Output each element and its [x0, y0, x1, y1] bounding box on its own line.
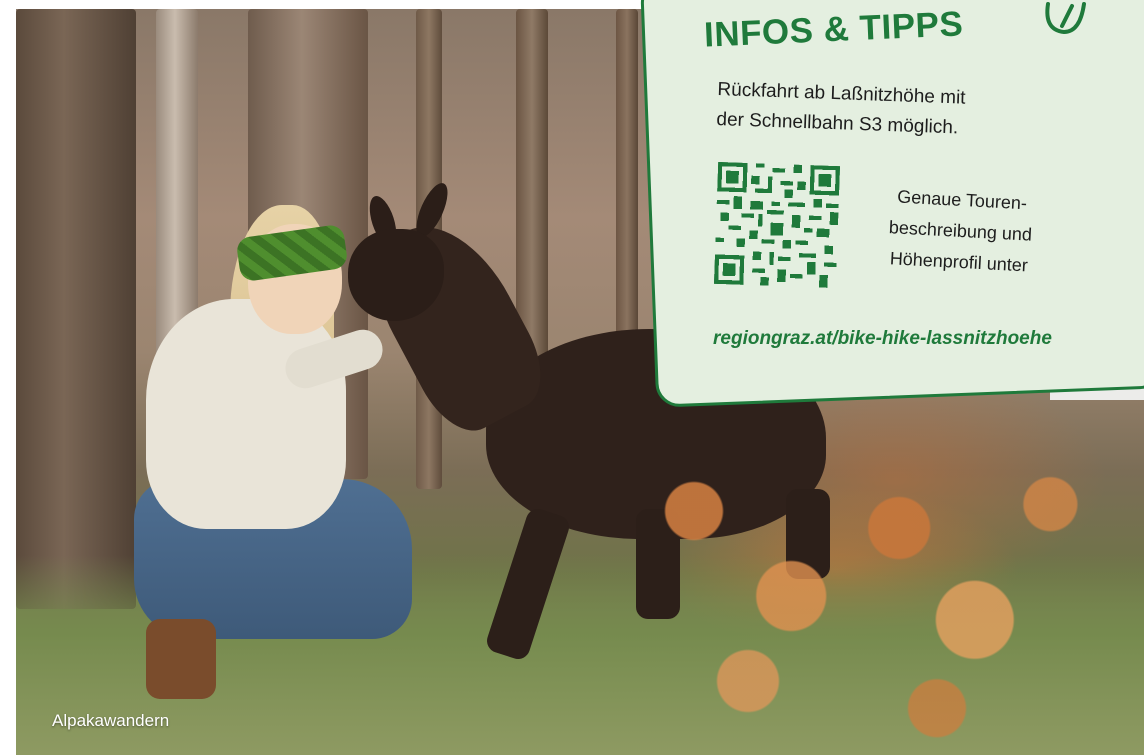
tree-trunk — [16, 9, 136, 609]
card-description: Rückfahrt ab Laßnitzhöhe mit der Schnell… — [716, 75, 1038, 146]
woman-sweater — [146, 299, 346, 529]
qr-code-icon[interactable] — [713, 161, 841, 289]
tour-link[interactable]: regiongraz.at/bike-hike-lassnitzhoehe — [713, 328, 1052, 350]
pencil-icon — [1045, 2, 1086, 35]
photo-caption: Alpakawandern — [52, 711, 170, 730]
woman-boot — [146, 619, 216, 699]
qr-description: Genaue Touren- beschreibung und Höhenpro… — [863, 180, 1058, 283]
autumn-leaves — [586, 409, 1126, 749]
